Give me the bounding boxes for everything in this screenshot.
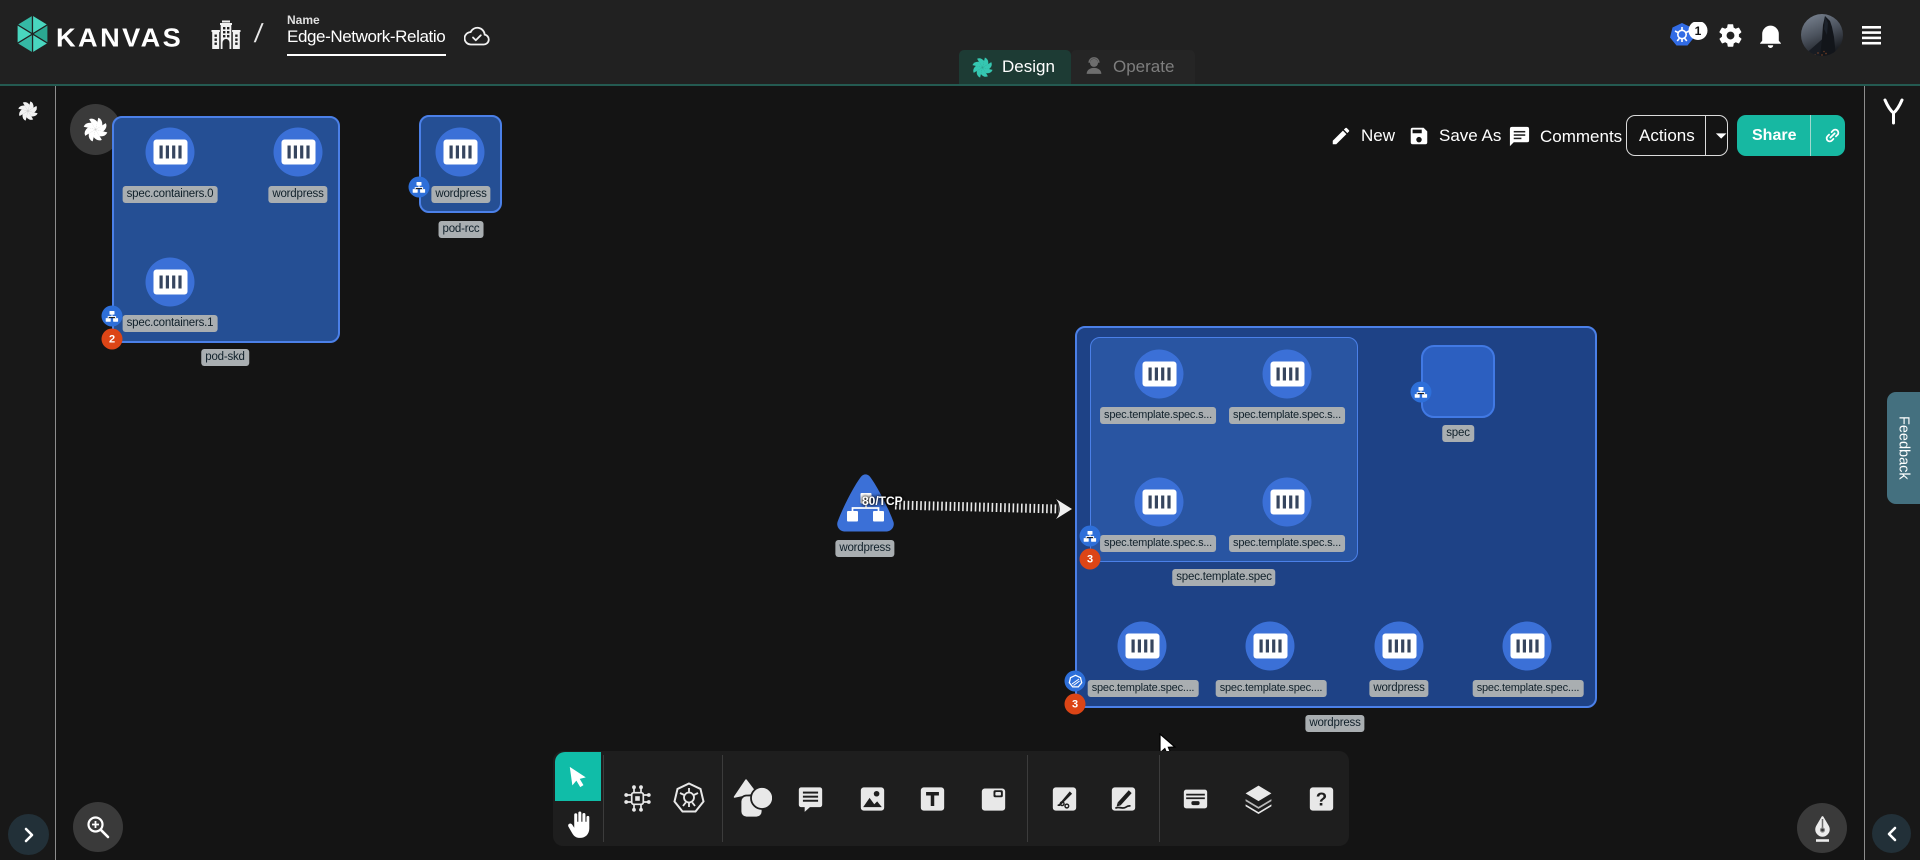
svg-text:1: 1 [1695,24,1702,38]
svg-text:?: ? [1316,788,1327,809]
